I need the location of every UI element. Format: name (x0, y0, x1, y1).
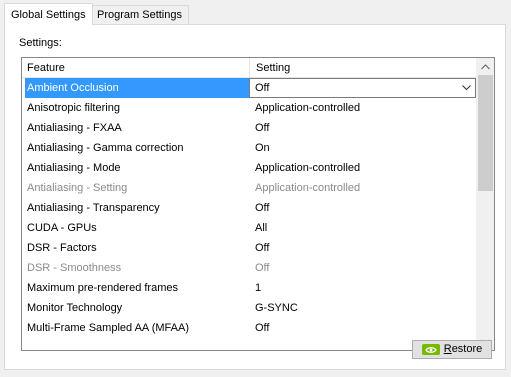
feature-cell: Maximum pre-rendered frames (27, 282, 178, 294)
setting-dropdown-value: Off (255, 82, 270, 94)
tab-global-settings[interactable]: Global Settings (4, 3, 93, 25)
feature-cell: Antialiasing - Gamma correction (27, 142, 184, 154)
setting-cell: Application-controlled (255, 162, 361, 174)
table-row[interactable]: DSR - Factors Off (22, 238, 477, 258)
column-header-feature[interactable]: Feature (27, 58, 65, 78)
table-row: DSR - Smoothness Off (22, 258, 477, 278)
setting-cell: On (255, 142, 270, 154)
table-row: Antialiasing - Setting Application-contr… (22, 178, 477, 198)
setting-cell: 1 (255, 282, 262, 294)
table-row[interactable]: Anisotropic filtering Application-contro… (22, 98, 477, 118)
feature-cell: DSR - Factors (27, 242, 97, 254)
tab-program-settings[interactable]: Program Settings (90, 5, 189, 24)
table-row[interactable]: Antialiasing - FXAA Off (22, 118, 477, 138)
table-row[interactable]: Antialiasing - Transparency Off (22, 198, 477, 218)
settings-panel: Settings: Feature Setting Ambient Occlus… (4, 24, 506, 370)
feature-cell: Monitor Technology (27, 302, 123, 314)
vertical-scrollbar[interactable] (476, 58, 494, 350)
restore-button-label: Restore (443, 343, 483, 355)
setting-cell: Application-controlled (255, 102, 361, 114)
setting-cell: All (255, 222, 268, 234)
setting-cell: Off (255, 322, 270, 334)
setting-cell: Off (255, 262, 270, 274)
scroll-up-icon[interactable] (477, 58, 494, 75)
feature-cell: Antialiasing - Mode (27, 162, 121, 174)
restore-button[interactable]: Restore (412, 340, 492, 359)
table-row[interactable]: Antialiasing - Gamma correction On (22, 138, 477, 158)
chevron-down-icon (462, 85, 471, 91)
setting-cell: Off (255, 122, 270, 134)
table-row[interactable]: Antialiasing - Mode Application-controll… (22, 158, 477, 178)
feature-cell: Antialiasing - Transparency (27, 202, 160, 214)
table-row[interactable]: Maximum pre-rendered frames 1 (22, 278, 477, 298)
column-divider[interactable] (249, 58, 250, 78)
setting-cell: Off (255, 202, 270, 214)
feature-cell: Ambient Occlusion (25, 78, 249, 98)
feature-cell: Anisotropic filtering (27, 102, 120, 114)
feature-cell: CUDA - GPUs (27, 222, 97, 234)
grid-header: Feature Setting (22, 58, 477, 78)
feature-cell: Antialiasing - FXAA (27, 122, 122, 134)
table-row[interactable]: CUDA - GPUs All (22, 218, 477, 238)
scrollbar-thumb[interactable] (478, 75, 493, 191)
feature-cell: Antialiasing - Setting (27, 182, 128, 194)
setting-cell: Off (255, 242, 270, 254)
feature-cell: Multi-Frame Sampled AA (MFAA) (27, 322, 189, 334)
table-row[interactable]: Monitor Technology G-SYNC (22, 298, 477, 318)
feature-cell: DSR - Smoothness (27, 262, 122, 274)
table-row[interactable]: Multi-Frame Sampled AA (MFAA) Off (22, 318, 477, 338)
setting-cell: Application-controlled (255, 182, 361, 194)
nvidia-logo-icon (421, 344, 440, 355)
column-header-setting[interactable]: Setting (256, 58, 290, 78)
settings-grid[interactable]: Feature Setting Ambient Occlusion Off An… (21, 57, 495, 351)
table-row[interactable]: Ambient Occlusion Off (22, 78, 477, 98)
setting-cell: G-SYNC (255, 302, 298, 314)
setting-dropdown[interactable]: Off (249, 78, 476, 98)
settings-label: Settings: (19, 37, 62, 49)
